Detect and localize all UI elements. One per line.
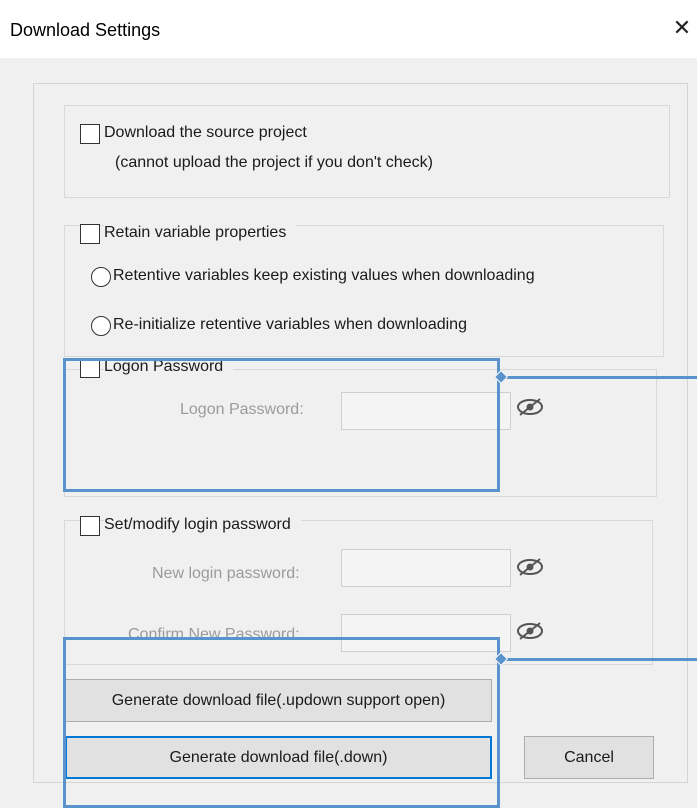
- reinitialize-retentive-label: Re-initialize retentive variables when d…: [113, 316, 467, 334]
- reinitialize-retentive-radio[interactable]: [91, 316, 111, 336]
- title-bar: Download Settings ✕: [0, 0, 697, 58]
- modify-login-password-label: Set/modify login password: [104, 516, 301, 534]
- eye-slash-icon[interactable]: [515, 397, 545, 417]
- eye-slash-icon[interactable]: [515, 621, 545, 641]
- source-project-group: [64, 105, 670, 198]
- retentive-keep-values-label: Retentive variables keep existing values…: [113, 267, 535, 285]
- retain-variables-group: [64, 225, 664, 357]
- modify-login-password-checkbox[interactable]: [80, 516, 100, 536]
- logon-password-callout-line: [503, 376, 697, 379]
- download-settings-dialog: Download Settings ✕ Download the source …: [0, 0, 697, 808]
- generate-buttons-callout-line: [503, 658, 697, 661]
- retentive-keep-values-radio[interactable]: [91, 267, 111, 287]
- close-icon[interactable]: ✕: [668, 14, 696, 44]
- new-login-password-input[interactable]: [341, 549, 511, 587]
- eye-slash-icon[interactable]: [515, 557, 545, 577]
- dialog-title: Download Settings: [10, 20, 161, 40]
- generate-buttons-highlight-box: [63, 637, 500, 808]
- source-project-note: (cannot upload the project if you don't …: [115, 154, 433, 172]
- download-source-project-checkbox[interactable]: [80, 124, 100, 144]
- retain-variables-checkbox[interactable]: [80, 224, 100, 244]
- download-source-project-label: Download the source project: [104, 124, 307, 142]
- new-login-password-label: New login password:: [152, 565, 300, 582]
- retain-variables-label: Retain variable properties: [104, 224, 297, 242]
- cancel-button[interactable]: Cancel: [524, 736, 654, 779]
- logon-password-highlight-box: [63, 358, 500, 492]
